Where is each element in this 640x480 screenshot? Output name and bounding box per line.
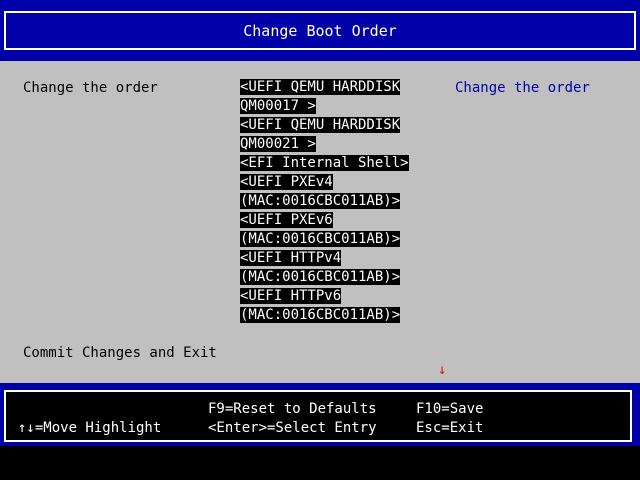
header-frame: Change Boot Order [4,11,636,50]
select-entry-hint: <Enter>=Select Entry [208,420,377,436]
boot-entry-line[interactable]: (MAC:0016CBC011AB)> [240,268,401,287]
footer-bar: ↑↓=Move Highlight F9=Reset to Defaults <… [0,383,640,446]
boot-entry-text: <UEFI PXEv6 [240,212,333,228]
boot-entry-line[interactable]: <UEFI PXEv6 [240,211,400,230]
boot-entry-text: <EFI Internal Shell> [240,155,409,171]
boot-entry-text: (MAC:0016CBC011AB)> [240,231,401,247]
boot-entry-line[interactable]: <UEFI HTTPv6 [240,287,400,306]
boot-entry-text: QM00021 > [240,136,316,152]
boot-entry-line[interactable]: <UEFI HTTPv4 [240,249,400,268]
boot-order-list[interactable]: <UEFI QEMU HARDDISK QM00017 > <UEFI QEMU… [240,78,409,325]
help-text: Change the order [455,80,590,96]
boot-entry-line[interactable]: QM00017 > [240,97,400,116]
boot-entry-text: (MAC:0016CBC011AB)> [240,193,401,209]
boot-entry-text: <UEFI HTTPv6 [240,288,342,304]
save-hint: F10=Save [416,401,484,417]
boot-entry-text: <UEFI HTTPv4 [240,250,342,266]
commit-changes-and-exit-item[interactable]: Commit Changes and Exit [23,344,217,363]
reset-defaults-hint: F9=Reset to Defaults [208,401,377,417]
header-bar: Change Boot Order [0,0,640,61]
boot-entry-line[interactable]: <UEFI QEMU HARDDISK [240,78,401,97]
boot-entry-line[interactable]: <EFI Internal Shell> [240,154,409,173]
boot-entry-line[interactable]: QM00021 > [240,135,400,154]
exit-hint: Esc=Exit [416,420,484,436]
boot-entry-line[interactable]: <UEFI PXEv4 [240,173,400,192]
move-highlight-hint: ↑↓=Move Highlight [18,420,162,436]
boot-entry-text: <UEFI PXEv4 [240,174,333,190]
boot-entry-line[interactable]: (MAC:0016CBC011AB)> [240,192,401,211]
boot-entry-text: (MAC:0016CBC011AB)> [240,307,401,323]
boot-entry-text: QM00017 > [240,98,316,114]
boot-entry-line[interactable]: (MAC:0016CBC011AB)> [240,306,401,325]
change-order-label[interactable]: Change the order [23,79,158,98]
boot-entry-text: <UEFI QEMU HARDDISK [240,79,401,95]
boot-entry-line[interactable]: (MAC:0016CBC011AB)> [240,230,401,249]
main-panel: Change the order <UEFI QEMU HARDDISK QM0… [0,61,640,383]
boot-entry-text: (MAC:0016CBC011AB)> [240,269,401,285]
boot-entry-line[interactable]: <UEFI QEMU HARDDISK [240,116,401,135]
boot-entry-text: <UEFI QEMU HARDDISK [240,117,401,133]
scroll-down-arrow-icon: ↓ [438,362,447,378]
page-title: Change Boot Order [243,22,397,40]
key-help-box: ↑↓=Move Highlight F9=Reset to Defaults <… [4,390,632,442]
